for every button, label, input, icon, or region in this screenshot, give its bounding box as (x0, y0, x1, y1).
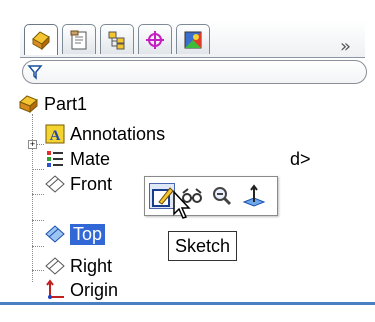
filter-icon (27, 65, 43, 80)
tree-item-label: Top (70, 223, 106, 245)
tab-dimxpertmanager[interactable] (138, 24, 172, 54)
tree-guide-line (32, 220, 44, 221)
featuremanager-icon (32, 31, 50, 51)
tree-item-material[interactable]: Mate (44, 147, 110, 171)
tab-configurationmanager[interactable] (100, 24, 134, 54)
expand-annotations-button[interactable]: + (28, 140, 37, 149)
panel-bottom-border (0, 302, 375, 305)
feature-manager-panel: » + Part1 A Annotations Mate d> Front To… (14, 12, 369, 318)
svg-text:A: A (50, 128, 61, 144)
tree-guide-line (32, 169, 44, 170)
tab-featuremanager[interactable] (24, 24, 58, 55)
tree-guide-line (32, 270, 44, 271)
tab-strip: » (20, 20, 365, 58)
tree-item-label: Origin (70, 279, 119, 300)
tree-item-right-plane[interactable]: Right (44, 254, 112, 278)
tab-divider (20, 57, 365, 58)
tree-item-label: d> (290, 148, 311, 169)
context-toolbar (144, 176, 278, 216)
displaymanager-icon (184, 31, 202, 49)
tree-item-origin[interactable]: Origin (44, 278, 118, 302)
part-icon (18, 93, 40, 115)
origin-icon (44, 279, 66, 301)
tab-propertymanager[interactable] (62, 24, 96, 54)
tree-item-part1[interactable]: Part1 (18, 92, 87, 116)
propertymanager-icon (70, 30, 87, 50)
tree-guide-line (32, 194, 44, 195)
configurationmanager-icon (108, 31, 125, 50)
tab-displaymanager[interactable] (176, 24, 210, 54)
tree-item-top-plane[interactable]: Top (44, 222, 106, 246)
mouse-cursor-icon (173, 190, 191, 219)
tree-guide-line (32, 246, 44, 247)
normal-to-icon (242, 184, 266, 207)
filter-field[interactable] (22, 60, 367, 84)
tab-overflow-button[interactable]: » (340, 36, 351, 57)
normal-to-button[interactable] (241, 183, 267, 209)
material-icon (44, 148, 66, 170)
tooltip: Sketch (168, 231, 238, 261)
tree-item-front-plane[interactable]: Front (44, 172, 112, 196)
plane-selected-icon (44, 223, 66, 245)
tree-item-material-tail: d> (290, 147, 311, 171)
tree-item-label: Right (70, 255, 113, 276)
tree-item-label: Annotations (70, 123, 166, 144)
tree-item-label: Part1 (44, 93, 88, 114)
tree-item-label: Mate (70, 148, 111, 169)
annotations-icon: A (44, 123, 66, 145)
plane-icon (44, 173, 66, 195)
tree-item-annotations[interactable]: A Annotations (44, 122, 165, 146)
dimxpertmanager-icon (146, 31, 164, 49)
zoom-to-selection-icon (213, 187, 232, 206)
zoom-to-selection-button[interactable] (209, 183, 235, 209)
tree-item-label: Front (70, 173, 113, 194)
plane-icon (44, 255, 66, 277)
